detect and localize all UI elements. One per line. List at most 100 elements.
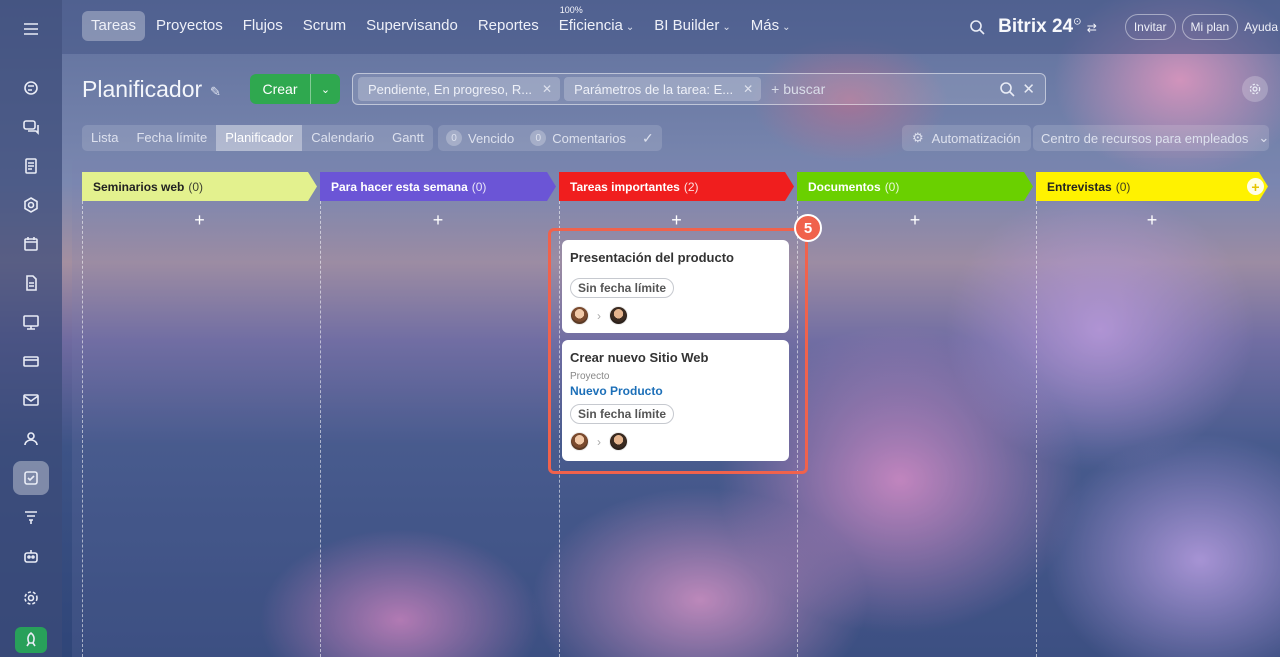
gear-icon[interactable] bbox=[1242, 76, 1268, 102]
column-title: Para hacer esta semana bbox=[331, 179, 468, 194]
top-nav-list: Tareas Proyectos Flujos Scrum Supervisando Re… bbox=[82, 5, 800, 41]
overdue-counter[interactable]: 0 Vencido bbox=[446, 130, 514, 146]
nav-item[interactable]: BI Builder ⌄ bbox=[645, 11, 739, 41]
column-count: (0) bbox=[188, 179, 204, 194]
chevron-right-icon: › bbox=[597, 434, 601, 449]
store-icon[interactable] bbox=[13, 344, 49, 378]
add-task-icon[interactable]: + bbox=[905, 210, 925, 231]
search-icon[interactable] bbox=[998, 80, 1016, 102]
view-tab[interactable]: Lista bbox=[82, 125, 127, 151]
nav-item-label: Más bbox=[750, 17, 780, 34]
column-count: (0) bbox=[1115, 179, 1131, 194]
drive-icon[interactable] bbox=[13, 266, 49, 300]
chevron-down-icon: ⌄ bbox=[722, 22, 731, 33]
nav-item-label: Tareas bbox=[91, 17, 137, 34]
employees-icon[interactable] bbox=[13, 422, 49, 456]
documents-icon[interactable] bbox=[13, 149, 49, 183]
settings-icon[interactable] bbox=[13, 581, 49, 615]
create-button[interactable]: Crear ⌄ bbox=[250, 74, 340, 104]
rocket-icon[interactable] bbox=[15, 627, 47, 653]
filter-chip[interactable]: Pendiente, En progreso, R... ✕ bbox=[358, 77, 561, 101]
avatar[interactable] bbox=[609, 432, 628, 451]
avatar[interactable] bbox=[609, 306, 628, 325]
nav-item[interactable]: 100% Eficiencia ⌄ bbox=[550, 5, 644, 41]
nav-item-label: Reportes bbox=[477, 17, 539, 34]
view-tab[interactable]: Fecha límite bbox=[127, 125, 216, 151]
task-card[interactable]: Crear nuevo Sitio Web Proyecto Nuevo Pro… bbox=[562, 340, 789, 461]
column-title: Tareas importantes bbox=[570, 179, 680, 194]
pin-icon[interactable]: ✎ bbox=[210, 84, 221, 100]
add-task-icon[interactable]: + bbox=[1142, 210, 1162, 231]
comments-counter[interactable]: 0 Comentarios bbox=[530, 130, 626, 146]
project-link[interactable]: Nuevo Producto bbox=[570, 384, 781, 398]
nav-item[interactable]: Scrum bbox=[294, 11, 355, 41]
brand-logo[interactable]: Bitrix 24⊙ ⇄ bbox=[998, 16, 1097, 38]
avatar[interactable] bbox=[570, 432, 589, 451]
nav-item[interactable]: Reportes bbox=[469, 11, 548, 41]
mail-icon[interactable] bbox=[13, 383, 49, 417]
crm-icon[interactable] bbox=[13, 188, 49, 222]
view-tab[interactable]: Calendario bbox=[302, 125, 383, 151]
step-badge: 5 bbox=[794, 214, 822, 242]
chevron-down-icon[interactable]: ⌄ bbox=[310, 74, 340, 104]
close-icon[interactable]: ✕ bbox=[743, 82, 753, 96]
column-divider bbox=[82, 201, 83, 657]
robot-icon[interactable] bbox=[13, 539, 49, 573]
filter-search-bar[interactable]: Pendiente, En progreso, R... ✕ Parámetros… bbox=[352, 73, 1046, 105]
avatar[interactable] bbox=[570, 306, 589, 325]
deadline-badge[interactable]: Sin fecha límite bbox=[570, 404, 675, 424]
nav-item[interactable]: Supervisando bbox=[357, 11, 467, 41]
column-count: (0) bbox=[884, 179, 900, 194]
add-task-icon[interactable]: + bbox=[428, 210, 448, 231]
invite-button[interactable]: Invitar bbox=[1124, 14, 1176, 40]
nav-item[interactable]: Proyectos bbox=[147, 11, 232, 41]
task-title[interactable]: Presentación del producto bbox=[570, 250, 781, 265]
calendar-icon[interactable] bbox=[13, 227, 49, 261]
tasks-icon[interactable] bbox=[13, 461, 49, 495]
deadline-badge[interactable]: Sin fecha límite bbox=[570, 278, 675, 298]
view-tab[interactable]: Gantt bbox=[383, 125, 433, 151]
add-column-icon[interactable]: + bbox=[1247, 178, 1264, 195]
filter-chip[interactable]: Parámetros de la tarea: E... ✕ bbox=[564, 77, 762, 101]
left-sidebar bbox=[0, 0, 62, 657]
top-navigation: Tareas Proyectos Flujos Scrum Supervisando Re… bbox=[62, 0, 1280, 54]
nav-item[interactable]: Flujos bbox=[234, 11, 292, 41]
column-header[interactable]: Documentos (0) bbox=[797, 172, 1033, 201]
automation-button[interactable]: ⚙ Automatización bbox=[902, 125, 1031, 151]
sites-icon[interactable] bbox=[13, 305, 49, 339]
automation-icon[interactable] bbox=[13, 500, 49, 534]
close-icon[interactable]: ✕ bbox=[542, 82, 552, 96]
column-title: Entrevistas bbox=[1047, 179, 1112, 194]
efficiency-percent: 100% bbox=[559, 5, 583, 15]
nav-item-label: BI Builder bbox=[654, 17, 720, 34]
column-header[interactable]: Para hacer esta semana (0) bbox=[320, 172, 556, 201]
column-title: Seminarios web bbox=[93, 179, 185, 194]
view-tab[interactable]: Planificador bbox=[216, 125, 303, 151]
add-task-icon[interactable]: + bbox=[190, 210, 210, 231]
column-header[interactable]: Entrevistas (0) bbox=[1036, 172, 1268, 201]
resources-select[interactable]: Centro de recursos para empleados ⌄ bbox=[1033, 125, 1269, 151]
column-divider bbox=[1036, 201, 1037, 657]
chevron-down-icon: ⌄ bbox=[625, 22, 635, 33]
menu-icon[interactable] bbox=[13, 12, 49, 46]
column-divider bbox=[320, 201, 321, 657]
chevron-down-icon: ⌄ bbox=[1258, 130, 1269, 145]
column-count: (2) bbox=[683, 179, 699, 194]
search-icon[interactable] bbox=[962, 18, 992, 36]
chat-icon[interactable] bbox=[13, 110, 49, 144]
read-all-icon[interactable]: ✓ bbox=[642, 130, 654, 147]
feed-icon[interactable] bbox=[13, 71, 49, 105]
column-count: (0) bbox=[471, 179, 487, 194]
page-title: Planificador bbox=[82, 76, 203, 102]
help-button[interactable]: Ayuda bbox=[1244, 20, 1280, 34]
my-plan-button[interactable]: Mi plan bbox=[1181, 14, 1239, 40]
column-header[interactable]: Tareas importantes (2) bbox=[559, 172, 794, 201]
task-title[interactable]: Crear nuevo Sitio Web bbox=[570, 350, 781, 365]
chevron-right-icon: › bbox=[597, 308, 601, 323]
column-header[interactable]: Seminarios web (0) bbox=[82, 172, 317, 201]
nav-item[interactable]: Tareas bbox=[82, 11, 146, 41]
nav-item[interactable]: Más ⌄ bbox=[742, 11, 800, 41]
search-input[interactable]: + buscar bbox=[771, 81, 825, 97]
task-card[interactable]: Presentación del producto Sin fecha lími… bbox=[562, 240, 789, 333]
clear-icon[interactable]: ✕ bbox=[1022, 80, 1035, 102]
